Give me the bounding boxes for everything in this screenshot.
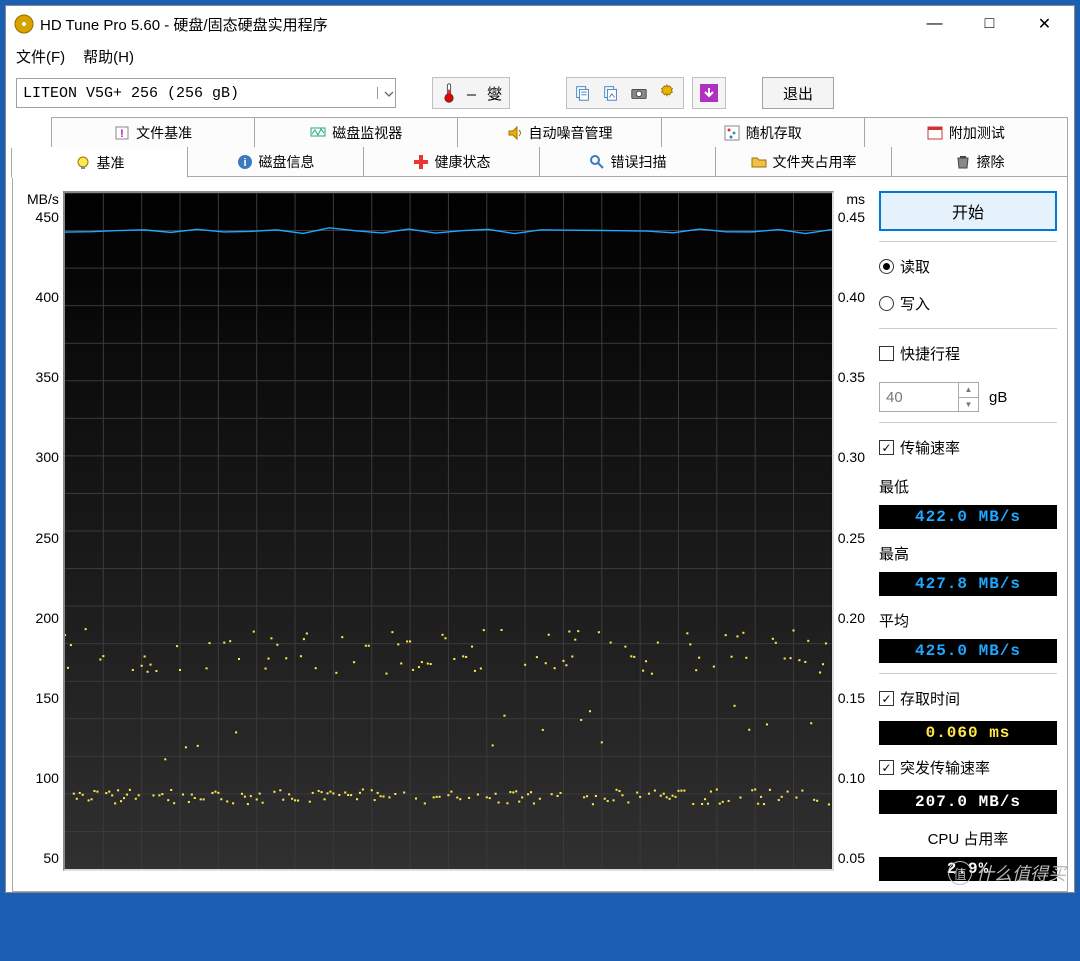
benchmark-chart [63,191,834,871]
burst-rate-value: 207.0 MB/s [879,790,1057,814]
copy-text-icon[interactable] [573,83,593,103]
drive-select-value: LITEON V5G+ 256 (256 gB) [23,85,239,102]
exit-button[interactable]: 退出 [762,77,834,109]
tab-random-access[interactable]: 随机存取 [661,117,865,147]
close-button[interactable]: ✕ [1017,6,1072,42]
file-benchmark-icon: ! [114,125,130,141]
gb-unit-label: gB [989,389,1007,406]
tab-aam[interactable]: 自动噪音管理 [457,117,661,147]
copy-image-icon[interactable] [601,83,621,103]
tab-info[interactable]: i磁盘信息 [187,147,364,177]
spinner-down-icon: ▼ [959,398,978,412]
min-value: 422.0 MB/s [879,505,1057,529]
chevron-down-icon [377,87,389,99]
thermometer-icon [439,83,459,103]
min-label: 最低 [879,476,1057,497]
cpu-label: CPU 占用率 [879,828,1057,849]
access-time-value: 0.060 ms [879,721,1057,745]
tab-file-benchmark[interactable]: !文件基准 [51,117,255,147]
temperature-panel: — 燮 [432,77,510,109]
avg-value: 425.0 MB/s [879,639,1057,663]
tab-error-scan[interactable]: 错误扫描 [539,147,716,177]
speaker-icon [507,125,523,141]
toolbar: LITEON V5G+ 256 (256 gB) — 燮 退出 [6,73,1074,117]
left-axis: 45040035030025020015010050 [23,205,63,870]
access-time-checkbox[interactable]: 存取时间 [879,688,1057,709]
checkbox-checked-icon [879,691,894,706]
health-icon [413,154,429,170]
screenshot-icon[interactable] [629,83,649,103]
tab-benchmark[interactable]: 基准 [11,148,188,178]
random-icon [724,125,740,141]
tab-disk-monitor[interactable]: 磁盘监视器 [254,117,458,147]
short-stroke-spinner[interactable]: 40 ▲▼ [879,382,979,412]
benchmark-panel: MB/s 45040035030025020015010050 ms 0.450… [12,177,1068,892]
magnifier-icon [589,154,605,170]
tab-health[interactable]: 健康状态 [363,147,540,177]
info-icon: i [237,154,253,170]
svg-text:!: ! [120,128,124,140]
mode-write-radio[interactable]: 写入 [879,293,1057,314]
avg-label: 平均 [879,610,1057,631]
drive-select[interactable]: LITEON V5G+ 256 (256 gB) [16,78,396,108]
settings-icon[interactable] [657,83,677,103]
radio-checked-icon [879,259,894,274]
checkbox-checked-icon [879,760,894,775]
folder-icon [751,154,767,170]
max-label: 最高 [879,543,1057,564]
mode-read-radio[interactable]: 读取 [879,256,1057,277]
cpu-value: 2.9% [879,857,1057,881]
menu-file[interactable]: 文件(F) [16,46,65,67]
tab-folder-usage[interactable]: 文件夹占用率 [715,147,892,177]
tool-group-save [692,77,726,109]
trash-icon [955,154,971,170]
maximize-button[interactable]: □ [962,6,1017,42]
tab-erase[interactable]: 擦除 [891,147,1068,177]
save-icon[interactable] [699,83,719,103]
minimize-button[interactable]: — [907,6,962,42]
tool-group-actions [566,77,684,109]
spinner-up-icon: ▲ [959,383,978,398]
menu-help[interactable]: 帮助(H) [83,46,134,67]
calendar-icon [927,125,943,141]
bulb-icon [75,155,91,171]
max-value: 427.8 MB/s [879,572,1057,596]
short-stroke-checkbox[interactable]: 快捷行程 [879,343,1057,364]
tab-extra-tests[interactable]: 附加测试 [864,117,1068,147]
benchmark-sidebar: 开始 读取 写入 快捷行程 40 ▲▼ gB 传输速率 最低 422.0 MB/… [879,191,1057,881]
titlebar: HD Tune Pro 5.60 - 硬盘/固态硬盘实用程序 — □ ✕ [6,6,1074,42]
checkbox-unchecked-icon [879,346,894,361]
monitor-icon [310,125,326,141]
menubar: 文件(F) 帮助(H) [6,42,1074,73]
start-button[interactable]: 开始 [879,191,1057,231]
burst-rate-checkbox[interactable]: 突发传输速率 [879,757,1057,778]
right-axis: 0.450.400.350.300.250.200.150.100.05 [834,205,869,870]
radio-unchecked-icon [879,296,894,311]
transfer-rate-checkbox[interactable]: 传输速率 [879,437,1057,458]
window-title: HD Tune Pro 5.60 - 硬盘/固态硬盘实用程序 [40,14,907,35]
tab-container: !文件基准 磁盘监视器 自动噪音管理 随机存取 附加测试 基准 i磁盘信息 健康… [6,117,1074,892]
app-icon [14,14,34,34]
svg-text:i: i [243,157,246,169]
temperature-value: — 燮 [467,83,503,104]
checkbox-checked-icon [879,440,894,455]
